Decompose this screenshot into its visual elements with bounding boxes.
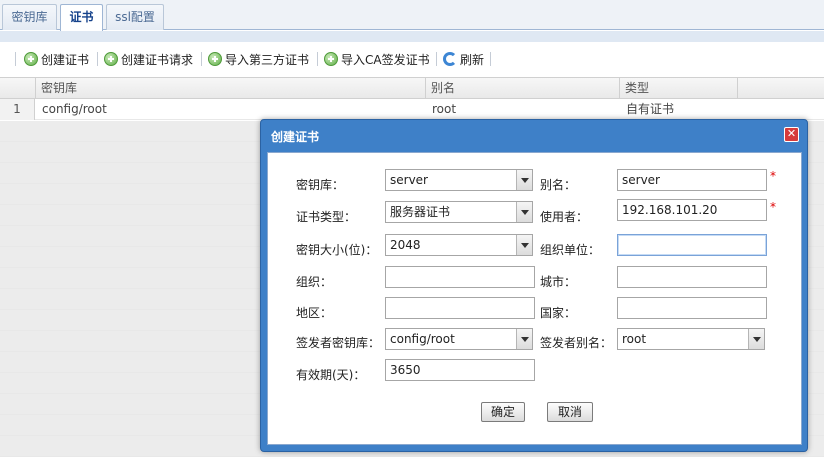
city-field[interactable] bbox=[617, 266, 767, 288]
toolbar-separator bbox=[490, 52, 491, 66]
ok-button[interactable]: 确定 bbox=[481, 402, 525, 422]
import-third-party-button[interactable]: 导入第三方证书 bbox=[208, 49, 309, 69]
chevron-down-icon bbox=[748, 329, 764, 349]
table-row[interactable]: 1 config/root root 自有证书 bbox=[0, 99, 824, 120]
import-ca-signed-button[interactable]: 导入CA签发证书 bbox=[324, 49, 430, 69]
import-ca-signed-label: 导入CA签发证书 bbox=[341, 52, 430, 67]
org-field[interactable] bbox=[385, 266, 535, 288]
alias-label: 别名： bbox=[540, 178, 577, 192]
cell-keystore: config/root bbox=[42, 102, 107, 116]
add-icon bbox=[208, 52, 222, 66]
create-cert-request-button[interactable]: 创建证书请求 bbox=[104, 49, 193, 69]
create-cert-request-label: 创建证书请求 bbox=[121, 52, 194, 67]
import-third-party-label: 导入第三方证书 bbox=[225, 52, 310, 67]
keystore-value: server bbox=[390, 173, 428, 187]
org-label: 组织： bbox=[296, 275, 333, 289]
create-cert-dialog: 创建证书 ✕ 密钥库： server 别名： server * 证书类型： 服务… bbox=[260, 119, 808, 452]
keystore-label: 密钥库： bbox=[296, 178, 345, 192]
org-unit-label: 组织单位： bbox=[540, 243, 601, 257]
user-label: 使用者： bbox=[540, 210, 589, 224]
required-mark: * bbox=[770, 200, 776, 214]
row-number-header bbox=[0, 78, 36, 99]
row-number: 1 bbox=[0, 99, 35, 120]
add-icon bbox=[104, 52, 118, 66]
key-size-select[interactable]: 2048 bbox=[385, 234, 533, 256]
toolbar-separator bbox=[436, 52, 437, 66]
create-cert-label: 创建证书 bbox=[41, 52, 90, 67]
alias-field[interactable]: server bbox=[617, 169, 767, 191]
refresh-button[interactable]: 刷新 bbox=[443, 49, 484, 69]
panel-header bbox=[0, 31, 824, 42]
country-field[interactable] bbox=[617, 297, 767, 319]
column-header-alias[interactable]: 别名 bbox=[426, 78, 620, 99]
region-label: 地区： bbox=[296, 306, 333, 320]
toolbar-separator bbox=[15, 52, 16, 66]
refresh-label: 刷新 bbox=[460, 52, 485, 67]
issuer-alias-select[interactable]: root bbox=[617, 328, 765, 350]
region-field[interactable] bbox=[385, 297, 535, 319]
city-label: 城市： bbox=[540, 275, 577, 289]
keystore-select[interactable]: server bbox=[385, 169, 533, 191]
cert-type-value: 服务器证书 bbox=[390, 205, 451, 219]
add-icon bbox=[24, 52, 38, 66]
cert-type-select[interactable]: 服务器证书 bbox=[385, 201, 533, 223]
column-header-keystore[interactable]: 密钥库 bbox=[36, 78, 426, 99]
cell-type: 自有证书 bbox=[626, 102, 675, 116]
country-label: 国家： bbox=[540, 306, 577, 320]
chevron-down-icon bbox=[516, 202, 532, 222]
toolbar-separator bbox=[317, 52, 318, 66]
toolbar: 创建证书 创建证书请求 导入第三方证书 导入CA签发证书 刷新 bbox=[0, 42, 824, 74]
issuer-keystore-label: 签发者密钥库： bbox=[296, 336, 381, 350]
create-cert-button[interactable]: 创建证书 bbox=[24, 49, 89, 69]
chevron-down-icon bbox=[516, 329, 532, 349]
cancel-button[interactable]: 取消 bbox=[547, 402, 593, 422]
issuer-keystore-select[interactable]: config/root bbox=[385, 328, 533, 350]
toolbar-separator bbox=[201, 52, 202, 66]
dialog-body: 密钥库： server 别名： server * 证书类型： 服务器证书 使用者… bbox=[267, 152, 802, 445]
org-unit-field[interactable] bbox=[617, 234, 767, 256]
cert-type-label: 证书类型： bbox=[296, 210, 357, 224]
column-header-type[interactable]: 类型 bbox=[620, 78, 738, 99]
grid-header: 密钥库 别名 类型 bbox=[0, 77, 824, 99]
key-size-label: 密钥大小(位)： bbox=[296, 243, 378, 257]
issuer-alias-label: 签发者别名： bbox=[540, 336, 613, 350]
toolbar-separator bbox=[97, 52, 98, 66]
cell-alias: root bbox=[432, 102, 457, 116]
tab-bar: 密钥库 证书 ssl配置 bbox=[0, 0, 824, 31]
refresh-icon bbox=[443, 52, 457, 66]
add-icon bbox=[324, 52, 338, 66]
key-size-value: 2048 bbox=[390, 238, 421, 252]
chevron-down-icon bbox=[516, 170, 532, 190]
issuer-keystore-value: config/root bbox=[390, 332, 455, 346]
tab-keystore[interactable]: 密钥库 bbox=[2, 4, 57, 30]
dialog-title: 创建证书 bbox=[271, 130, 320, 144]
tab-certificate[interactable]: 证书 bbox=[60, 4, 103, 31]
tab-ssl-config[interactable]: ssl配置 bbox=[106, 4, 164, 30]
user-field[interactable]: 192.168.101.20 bbox=[617, 199, 767, 221]
issuer-alias-value: root bbox=[622, 332, 647, 346]
close-icon[interactable]: ✕ bbox=[784, 127, 799, 142]
required-mark: * bbox=[770, 169, 776, 183]
chevron-down-icon bbox=[516, 235, 532, 255]
validity-field[interactable]: 3650 bbox=[385, 359, 535, 381]
validity-label: 有效期(天)： bbox=[296, 368, 366, 382]
